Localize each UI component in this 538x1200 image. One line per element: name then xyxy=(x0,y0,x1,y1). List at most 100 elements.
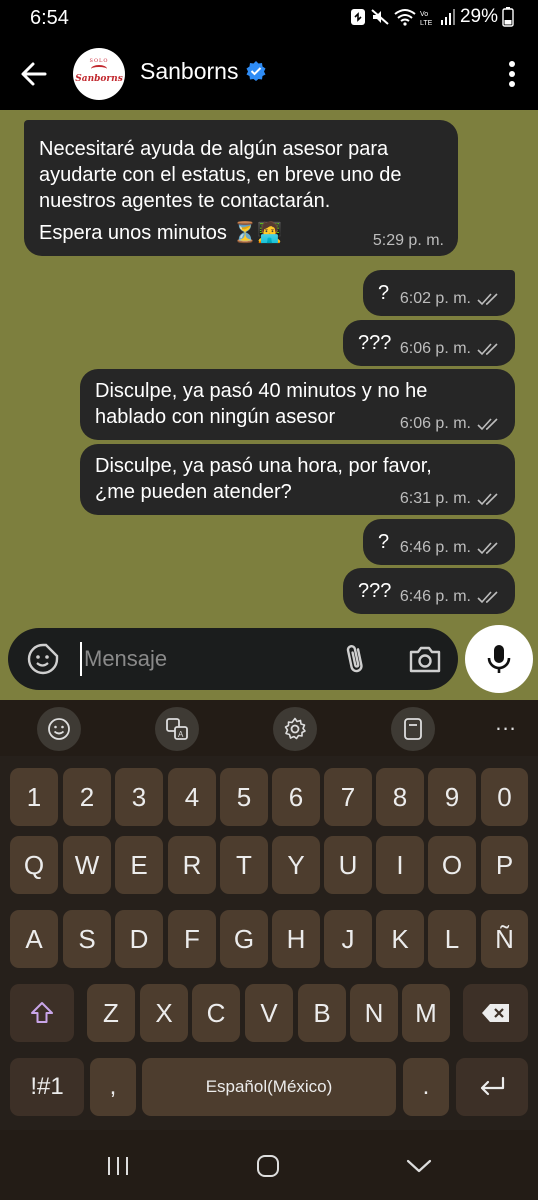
attach-button[interactable] xyxy=(341,642,371,676)
key-j[interactable]: J xyxy=(324,910,372,968)
keyboard-more-button[interactable]: ... xyxy=(494,712,518,740)
read-ticks-icon xyxy=(477,343,498,356)
key-s[interactable]: S xyxy=(63,910,111,968)
key-7[interactable]: 7 xyxy=(324,768,372,826)
key-f[interactable]: F xyxy=(168,910,216,968)
svg-text:LTE: LTE xyxy=(420,20,433,26)
avatar[interactable]: SOLO Sanborns xyxy=(73,48,125,100)
space-key[interactable]: Español(México) xyxy=(142,1058,396,1116)
message-sent[interactable]: Disculpe, ya pasó 40 minutos y no he hab… xyxy=(80,369,515,440)
key-3[interactable]: 3 xyxy=(115,768,163,826)
message-sent[interactable]: ? 6:46 p. m. xyxy=(363,519,515,565)
shift-key[interactable] xyxy=(10,984,74,1042)
key-6[interactable]: 6 xyxy=(272,768,320,826)
read-ticks-icon xyxy=(477,418,498,431)
chat-area[interactable]: Necesitaré ayuda de algún asesor para ay… xyxy=(0,110,538,700)
message-sent[interactable]: Disculpe, ya pasó una hora, por favor, ¿… xyxy=(80,444,515,515)
message-sent[interactable]: ??? 6:46 p. m. xyxy=(343,568,515,614)
key-a[interactable]: A xyxy=(10,910,58,968)
message-sent[interactable]: ? 6:02 p. m. xyxy=(363,270,515,316)
key-g[interactable]: G xyxy=(220,910,268,968)
key-9[interactable]: 9 xyxy=(428,768,476,826)
key-o[interactable]: O xyxy=(428,836,476,894)
message-sent[interactable]: ??? 6:06 p. m. xyxy=(343,320,515,366)
key-0[interactable]: 0 xyxy=(481,768,528,826)
key-m[interactable]: M xyxy=(402,984,450,1042)
message-text: nuestros agentes te contactarán. xyxy=(39,190,331,212)
battery-percent: 29% xyxy=(459,6,498,27)
key-2[interactable]: 2 xyxy=(63,768,111,826)
period-key[interactable]: . xyxy=(403,1058,449,1116)
key-b[interactable]: B xyxy=(298,984,346,1042)
key-5[interactable]: 5 xyxy=(220,768,268,826)
read-ticks-icon xyxy=(477,542,498,555)
wifi-icon xyxy=(394,8,416,26)
message-text: ? xyxy=(378,531,390,553)
back-nav-button[interactable] xyxy=(406,1154,432,1178)
key-h[interactable]: H xyxy=(272,910,320,968)
clipboard-icon xyxy=(404,718,422,740)
key-u[interactable]: U xyxy=(324,836,372,894)
status-time: 6:54 xyxy=(30,7,69,29)
emoji-button[interactable] xyxy=(37,707,81,751)
message-text: hablado con ningún asesor xyxy=(95,406,336,428)
key-w[interactable]: W xyxy=(63,836,111,894)
enter-key[interactable] xyxy=(456,1058,528,1116)
key-z[interactable]: Z xyxy=(87,984,135,1042)
message-time: 6:46 p. m. xyxy=(399,588,471,605)
sticker-icon xyxy=(27,643,59,675)
status-icons: Vo LTE 29% xyxy=(350,6,514,28)
key-p[interactable]: P xyxy=(481,836,528,894)
key-enye[interactable]: Ñ xyxy=(481,910,528,968)
enter-icon xyxy=(480,1076,505,1096)
key-n[interactable]: N xyxy=(350,984,398,1042)
key-8[interactable]: 8 xyxy=(376,768,424,826)
key-r[interactable]: R xyxy=(168,836,216,894)
key-l[interactable]: L xyxy=(428,910,476,968)
key-t[interactable]: T xyxy=(220,836,268,894)
key-k[interactable]: K xyxy=(376,910,424,968)
backspace-key[interactable] xyxy=(463,984,528,1042)
message-input[interactable] xyxy=(84,642,324,676)
key-q[interactable]: Q xyxy=(10,836,58,894)
key-c[interactable]: C xyxy=(192,984,240,1042)
clipboard-button[interactable] xyxy=(391,707,435,751)
verified-badge-icon xyxy=(246,61,266,81)
message-time: 6:06 p. m. xyxy=(399,340,471,357)
message-composer xyxy=(8,628,458,690)
message-text: ??? xyxy=(358,332,392,354)
key-v[interactable]: V xyxy=(245,984,293,1042)
chat-header: SOLO Sanborns Sanborns xyxy=(0,38,538,110)
sync-icon xyxy=(350,8,366,26)
key-e[interactable]: E xyxy=(115,836,163,894)
contact-name[interactable]: Sanborns xyxy=(140,58,238,85)
message-time: 6:06 p. m. xyxy=(399,415,471,432)
key-i[interactable]: I xyxy=(376,836,424,894)
recent-apps-button[interactable] xyxy=(106,1154,130,1178)
svg-text:Vo: Vo xyxy=(420,11,428,18)
back-button[interactable] xyxy=(18,58,50,90)
home-button[interactable] xyxy=(256,1154,280,1178)
overflow-menu-button[interactable] xyxy=(506,58,518,90)
sticker-button[interactable] xyxy=(26,642,60,676)
mute-icon xyxy=(370,8,390,26)
chevron-down-icon xyxy=(406,1159,432,1173)
message-text: Disculpe, ya pasó una hora, por favor, xyxy=(95,455,432,477)
camera-button[interactable] xyxy=(408,643,442,675)
keyboard-settings-button[interactable] xyxy=(273,707,317,751)
key-y[interactable]: Y xyxy=(272,836,320,894)
translate-icon: A xyxy=(166,718,188,740)
key-d[interactable]: D xyxy=(115,910,163,968)
message-text: ? xyxy=(378,282,390,304)
translate-button[interactable]: A xyxy=(155,707,199,751)
comma-key[interactable]: , xyxy=(90,1058,136,1116)
avatar-logo-mark xyxy=(91,65,107,73)
key-4[interactable]: 4 xyxy=(168,768,216,826)
microphone-icon xyxy=(487,645,511,673)
message-received[interactable]: Necesitaré ayuda de algún asesor para ay… xyxy=(24,120,458,256)
symbols-key[interactable]: !#1 xyxy=(10,1058,84,1116)
key-x[interactable]: X xyxy=(140,984,188,1042)
voice-message-button[interactable] xyxy=(465,625,533,693)
key-1[interactable]: 1 xyxy=(10,768,58,826)
svg-text:A: A xyxy=(178,730,184,739)
